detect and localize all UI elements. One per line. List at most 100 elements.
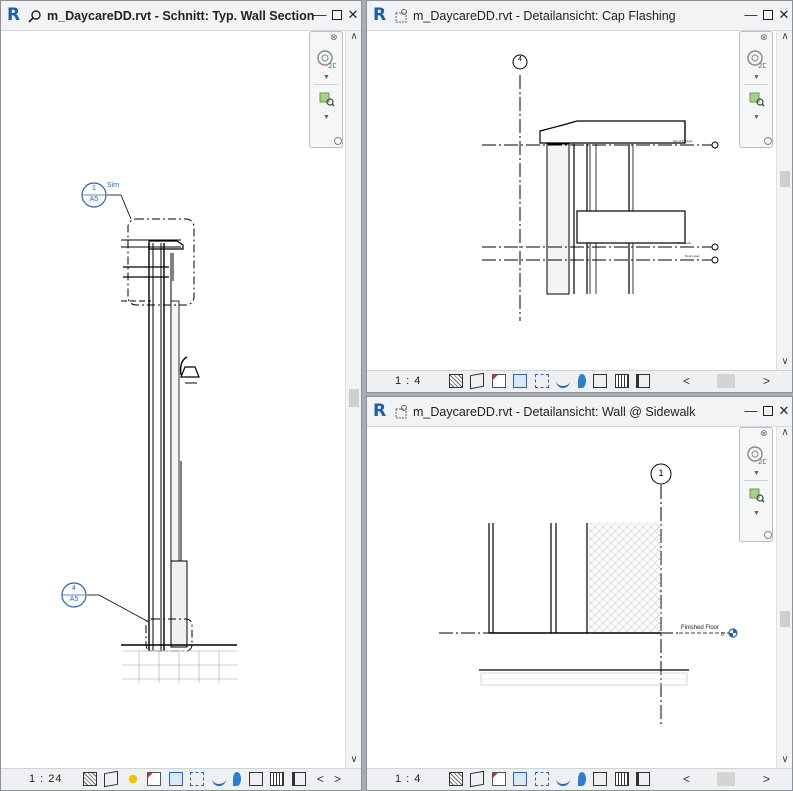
- chevron-down-icon[interactable]: ▼: [753, 74, 760, 81]
- detail-level-icon[interactable]: [449, 374, 463, 388]
- vertical-scrollbar[interactable]: ∧ ∨: [776, 31, 792, 370]
- reveal-hidden-icon[interactable]: [233, 772, 242, 786]
- minimize-icon[interactable]: —: [744, 8, 758, 22]
- scroll-left-icon[interactable]: <: [317, 772, 324, 786]
- worksharing-icon[interactable]: [270, 772, 285, 786]
- navigation-bar[interactable]: ⊗ 2D ▼ ▼: [309, 31, 343, 148]
- analytical-model-icon[interactable]: [291, 772, 306, 786]
- chevron-down-icon[interactable]: ▼: [323, 74, 330, 81]
- crop-region-icon[interactable]: [534, 772, 549, 786]
- scroll-down-icon[interactable]: ∨: [777, 754, 792, 768]
- cap-flashing-titlebar[interactable]: R m_DaycareDD.rvt - Detailansicht: Cap F…: [367, 1, 792, 31]
- chevron-down-icon[interactable]: ▼: [753, 114, 760, 121]
- maximize-icon[interactable]: [761, 404, 775, 418]
- detail-level-icon[interactable]: [449, 772, 463, 786]
- analytical-model-icon[interactable]: [636, 374, 651, 388]
- vertical-scrollbar[interactable]: ∧ ∨: [345, 31, 361, 768]
- close-icon[interactable]: ✕: [346, 8, 360, 22]
- scroll-up-icon[interactable]: ∧: [777, 31, 792, 45]
- vertical-scrollbar[interactable]: ∧ ∨: [776, 427, 792, 768]
- temporary-hide-icon[interactable]: [556, 772, 571, 786]
- temporary-view-icon[interactable]: [248, 772, 263, 786]
- close-icon[interactable]: ✕: [777, 8, 791, 22]
- scroll-up-icon[interactable]: ∧: [777, 427, 792, 441]
- reveal-hidden-icon[interactable]: [577, 772, 586, 786]
- maximize-icon[interactable]: [330, 8, 344, 22]
- navbar-options-icon[interactable]: [764, 137, 772, 145]
- temporary-hide-icon[interactable]: [556, 374, 571, 388]
- wall-section-window[interactable]: R m_DaycareDD.rvt - Schnitt: Typ. Wall S…: [0, 0, 362, 791]
- crop-view-icon[interactable]: [513, 374, 528, 388]
- scroll-right-icon[interactable]: >: [334, 772, 341, 786]
- zoom-region-icon[interactable]: [319, 91, 335, 107]
- worksharing-icon[interactable]: [614, 772, 629, 786]
- scroll-thumb[interactable]: [780, 171, 790, 187]
- temporary-view-icon[interactable]: [593, 374, 608, 388]
- scroll-down-icon[interactable]: ∨: [346, 754, 361, 768]
- view-scale[interactable]: 1 : 4: [395, 773, 421, 785]
- maximize-icon[interactable]: [761, 8, 775, 22]
- view-scale[interactable]: 1 : 24: [29, 773, 63, 785]
- view-scale[interactable]: 1 : 4: [395, 375, 421, 387]
- shadows-icon[interactable]: [491, 772, 506, 786]
- detail-level-icon[interactable]: [83, 772, 97, 786]
- level-label-roof-level: Roof Level: [685, 254, 700, 258]
- visual-style-icon[interactable]: [470, 770, 485, 788]
- navigation-bar[interactable]: ⊗ 2D ▼ ▼: [739, 31, 773, 148]
- chevron-down-icon[interactable]: ▼: [753, 470, 760, 477]
- wall-section-canvas[interactable]: 1 A5 Sim 4 A5 ⊗ 2D ▼ ▼: [1, 31, 345, 768]
- scroll-thumb[interactable]: [780, 611, 790, 627]
- horizontal-scroll-thumb[interactable]: [717, 374, 735, 388]
- crop-region-icon[interactable]: [534, 374, 549, 388]
- navbar-options-icon[interactable]: [334, 137, 342, 145]
- steering-wheel-icon[interactable]: 2D: [746, 445, 766, 465]
- navigation-bar[interactable]: ⊗ 2D ▼ ▼: [739, 427, 773, 542]
- visual-style-icon[interactable]: [104, 770, 119, 788]
- wall-sidewalk-title: m_DaycareDD.rvt - Detailansicht: Wall @ …: [413, 405, 696, 419]
- chevron-down-icon[interactable]: ▼: [753, 510, 760, 517]
- wall-section-titlebar[interactable]: R m_DaycareDD.rvt - Schnitt: Typ. Wall S…: [1, 1, 361, 31]
- cap-flashing-canvas[interactable]: 4 Top of Parapet Roof Deck Roof Level ⊗ …: [367, 31, 776, 370]
- temporary-hide-icon[interactable]: [211, 772, 226, 786]
- wall-sidewalk-canvas[interactable]: 1 Finished Floor 0 ⊗ 2D ▼ ▼: [367, 427, 776, 768]
- reveal-hidden-icon[interactable]: [577, 374, 586, 388]
- analytical-model-icon[interactable]: [636, 772, 651, 786]
- sun-path-icon[interactable]: [125, 772, 140, 786]
- section-view-icon: [28, 10, 41, 23]
- cap-flashing-window[interactable]: R m_DaycareDD.rvt - Detailansicht: Cap F…: [366, 0, 793, 393]
- scroll-up-icon[interactable]: ∧: [346, 31, 361, 45]
- wall-sidewalk-window[interactable]: R m_DaycareDD.rvt - Detailansicht: Wall …: [366, 396, 793, 791]
- zoom-region-icon[interactable]: [749, 91, 765, 107]
- scroll-thumb[interactable]: [349, 389, 359, 407]
- revit-logo-icon: R: [373, 5, 387, 25]
- scroll-right-icon[interactable]: >: [763, 772, 770, 786]
- navbar-options-icon[interactable]: [764, 531, 772, 539]
- crop-view-icon[interactable]: [513, 772, 528, 786]
- minimize-icon[interactable]: —: [744, 404, 758, 418]
- crop-view-icon[interactable]: [168, 772, 183, 786]
- navbar-close-icon[interactable]: ⊗: [760, 429, 769, 438]
- visual-style-icon[interactable]: [470, 372, 485, 390]
- horizontal-scroll-thumb[interactable]: [717, 772, 735, 786]
- shadows-icon[interactable]: [147, 772, 162, 786]
- steering-wheel-icon[interactable]: 2D: [746, 49, 766, 69]
- navbar-close-icon[interactable]: ⊗: [330, 33, 339, 42]
- temporary-view-icon[interactable]: [593, 772, 608, 786]
- minimize-icon[interactable]: —: [313, 8, 327, 22]
- svg-text:2D: 2D: [758, 62, 766, 69]
- scroll-left-icon[interactable]: <: [683, 374, 690, 388]
- close-icon[interactable]: ✕: [777, 404, 791, 418]
- steering-wheel-icon[interactable]: 2D: [316, 49, 336, 69]
- scroll-down-icon[interactable]: ∨: [777, 356, 792, 370]
- view-control-bar: 1 : 24 < >: [1, 768, 361, 790]
- worksharing-icon[interactable]: [614, 374, 629, 388]
- chevron-down-icon[interactable]: ▼: [323, 114, 330, 121]
- crop-region-icon[interactable]: [190, 772, 205, 786]
- navbar-close-icon[interactable]: ⊗: [760, 33, 769, 42]
- shadows-icon[interactable]: [491, 374, 506, 388]
- zoom-region-icon[interactable]: [749, 487, 765, 503]
- callout-bottom-number: 4: [72, 585, 76, 592]
- wall-sidewalk-titlebar[interactable]: R m_DaycareDD.rvt - Detailansicht: Wall …: [367, 397, 792, 427]
- scroll-left-icon[interactable]: <: [683, 772, 690, 786]
- scroll-right-icon[interactable]: >: [763, 374, 770, 388]
